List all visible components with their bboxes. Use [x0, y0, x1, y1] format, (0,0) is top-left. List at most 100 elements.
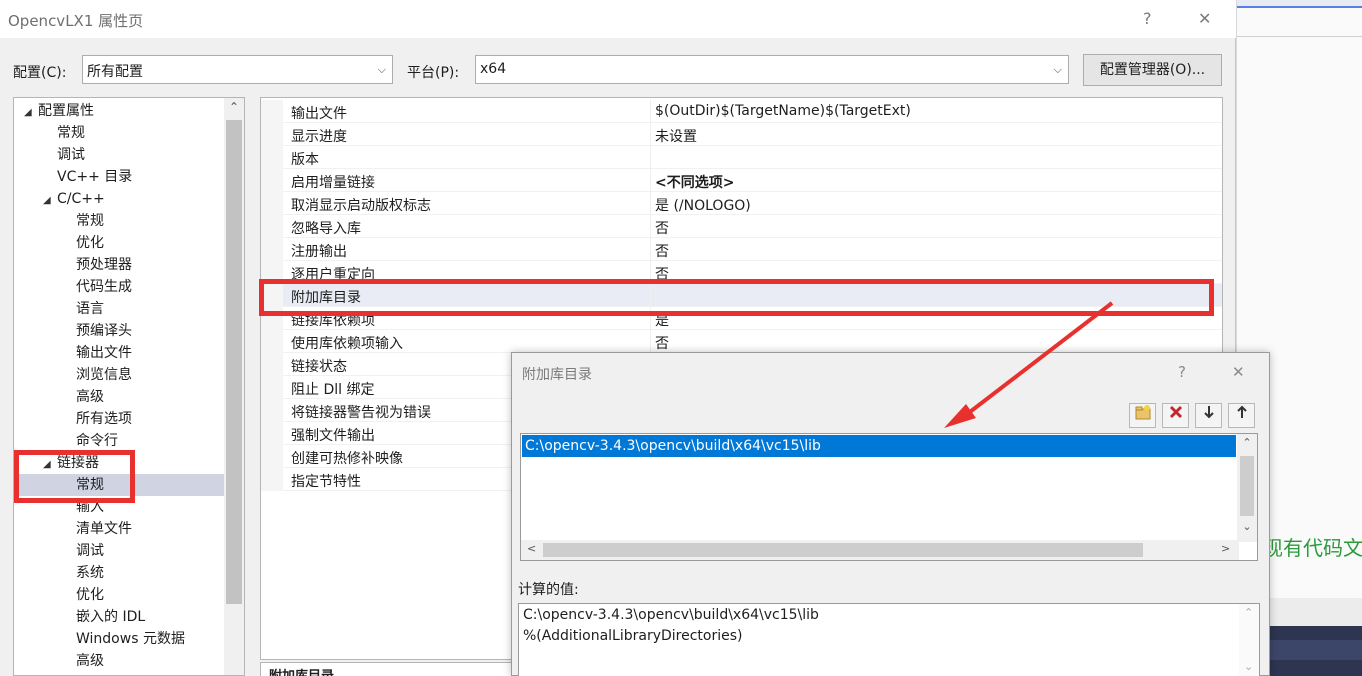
row-gutter	[261, 192, 283, 215]
annotation-box-library-directories	[259, 279, 1214, 316]
property-value[interactable]: 否	[655, 333, 669, 353]
property-name: 注册输出	[291, 244, 347, 260]
tree-item[interactable]: ◢ C/C++	[14, 188, 224, 210]
annotation-box-linker-general	[14, 450, 135, 503]
tree-item[interactable]: 输出文件	[14, 342, 224, 364]
tree-item[interactable]: Windows 元数据	[14, 628, 224, 650]
tree-scrollbar[interactable]: ⌃	[224, 98, 244, 675]
background-tab-strip	[1237, 0, 1362, 8]
scroll-down-icon[interactable]: ⌄	[1244, 660, 1253, 673]
tree-item[interactable]: 清单文件	[14, 518, 224, 540]
tree-item[interactable]: 常规	[14, 210, 224, 232]
tree-item[interactable]: 常规	[14, 122, 224, 144]
column-separator	[650, 238, 651, 261]
tree-item[interactable]: 嵌入的 IDL	[14, 606, 224, 628]
tree-item-label: 嵌入的 IDL	[76, 609, 146, 625]
tree-item-label: 调试	[57, 147, 85, 163]
column-separator	[650, 215, 651, 238]
tree-item[interactable]: 预处理器	[14, 254, 224, 276]
scroll-up-icon[interactable]: ⌃	[1244, 606, 1253, 619]
property-value[interactable]: $(OutDir)$(TargetName)$(TargetExt)	[655, 103, 911, 119]
tree-item-label: 配置属性	[38, 103, 94, 119]
tree-item-label: 高级	[76, 653, 104, 669]
property-value[interactable]: <不同选项>	[655, 172, 734, 192]
list-hscroll-thumb[interactable]	[543, 543, 1143, 557]
list-vscroll-thumb[interactable]	[1240, 456, 1254, 516]
tree-scroll-thumb[interactable]	[226, 120, 242, 604]
column-separator	[650, 100, 651, 123]
directories-list[interactable]: C:\opencv-3.4.3\opencv\build\x64\vc15\li…	[520, 433, 1258, 561]
tree-item[interactable]: 优化	[14, 232, 224, 254]
scroll-right-icon[interactable]: >	[1221, 542, 1230, 555]
tree-item[interactable]: 高级	[14, 650, 224, 672]
computed-line: %(AdditionalLibraryDirectories)	[523, 628, 743, 644]
tree-item-label: 输出文件	[76, 345, 132, 361]
expand-triangle-icon[interactable]: ◢	[24, 102, 38, 124]
table-row[interactable]: 版本	[261, 146, 1222, 169]
move-down-button[interactable]	[1195, 403, 1222, 428]
additional-library-directories-dialog: 附加库目录 ? ✕ C:\opencv-3.4.3\opencv\build\x…	[511, 352, 1270, 676]
computed-scrollbar[interactable]: ⌃ ⌄	[1239, 604, 1259, 676]
table-row[interactable]: 输出文件 $(OutDir)$(TargetName)$(TargetExt)	[261, 100, 1222, 123]
property-value[interactable]: 否	[655, 241, 669, 261]
computed-value-box: C:\opencv-3.4.3\opencv\build\x64\vc15\li…	[518, 603, 1260, 676]
tree-item-label: 系统	[76, 565, 104, 581]
platform-dropdown[interactable]: x64 ⌵	[475, 55, 1069, 84]
row-gutter	[261, 399, 283, 422]
table-row[interactable]: 忽略导入库 否	[261, 215, 1222, 238]
tree-item[interactable]: 系统	[14, 562, 224, 584]
tree-item[interactable]: 调试	[14, 144, 224, 166]
new-line-button[interactable]	[1129, 403, 1156, 428]
expand-triangle-icon[interactable]: ◢	[43, 190, 57, 212]
row-gutter	[261, 330, 283, 353]
table-row[interactable]: 启用增量链接 <不同选项>	[261, 169, 1222, 192]
property-name: 忽略导入库	[291, 221, 361, 237]
tree-item[interactable]: 优化	[14, 584, 224, 606]
help-button[interactable]: ?	[1143, 9, 1152, 28]
subdialog-close-button[interactable]: ✕	[1232, 363, 1245, 381]
table-row[interactable]: 显示进度 未设置	[261, 123, 1222, 146]
delete-line-button[interactable]	[1162, 403, 1189, 428]
column-separator	[650, 123, 651, 146]
scroll-left-icon[interactable]: <	[527, 542, 536, 555]
property-value[interactable]: 未设置	[655, 126, 697, 146]
scroll-up-icon[interactable]: ⌃	[1237, 436, 1257, 449]
tree-item[interactable]: 所有选项	[14, 408, 224, 430]
table-row[interactable]: 注册输出 否	[261, 238, 1222, 261]
tree-item[interactable]: 预编译头	[14, 320, 224, 342]
property-tree[interactable]: 高级 Windows 元数据 嵌入的 IDL 优化 系统 调试 清单文件 输入 常规 ◢ 链接器 命令…	[13, 97, 245, 676]
tree-item[interactable]: 浏览信息	[14, 364, 224, 386]
tree-item[interactable]: 语言	[14, 298, 224, 320]
chevron-down-icon: ⌵	[377, 63, 386, 76]
chevron-down-icon: ⌵	[1053, 63, 1062, 76]
tree-item[interactable]: 命令行	[14, 430, 224, 452]
subdialog-help-button[interactable]: ?	[1178, 363, 1186, 381]
close-button[interactable]: ✕	[1198, 9, 1211, 28]
property-value[interactable]: 是 (/NOLOGO)	[655, 195, 751, 215]
property-value[interactable]: 否	[655, 218, 669, 238]
table-row[interactable]: 使用库依赖项输入 否	[261, 330, 1222, 353]
tree-item[interactable]: 调试	[14, 540, 224, 562]
list-horizontal-scrollbar[interactable]: < >	[521, 540, 1239, 560]
tree-item[interactable]: 高级	[14, 386, 224, 408]
list-vertical-scrollbar[interactable]: ⌃ ⌄	[1237, 434, 1257, 542]
column-separator	[650, 146, 651, 169]
property-name: 使用库依赖项输入	[291, 336, 403, 352]
property-name: 创建可热修补映像	[291, 451, 403, 467]
tree-item-label: 优化	[76, 235, 104, 251]
configuration-dropdown[interactable]: 所有配置 ⌵	[82, 55, 393, 84]
list-item[interactable]: C:\opencv-3.4.3\opencv\build\x64\vc15\li…	[522, 435, 1236, 457]
tree-item[interactable]: VC++ 目录	[14, 166, 224, 188]
tree-item[interactable]: 代码生成	[14, 276, 224, 298]
property-name: 显示进度	[291, 129, 347, 145]
scroll-down-icon[interactable]: ⌄	[1237, 520, 1257, 533]
table-row[interactable]: 取消显示启动版权标志 是 (/NOLOGO)	[261, 192, 1222, 215]
tree-item[interactable]: ◢ 配置属性	[14, 100, 224, 122]
scroll-up-icon[interactable]: ⌃	[224, 100, 244, 116]
move-up-button[interactable]	[1228, 403, 1255, 428]
row-gutter	[261, 445, 283, 468]
tree-item-label: 调试	[76, 543, 104, 559]
property-name: 阻止 Dll 绑定	[291, 382, 375, 398]
tree-item-label: 命令行	[76, 433, 118, 449]
configuration-manager-button[interactable]: 配置管理器(O)...	[1083, 54, 1222, 86]
